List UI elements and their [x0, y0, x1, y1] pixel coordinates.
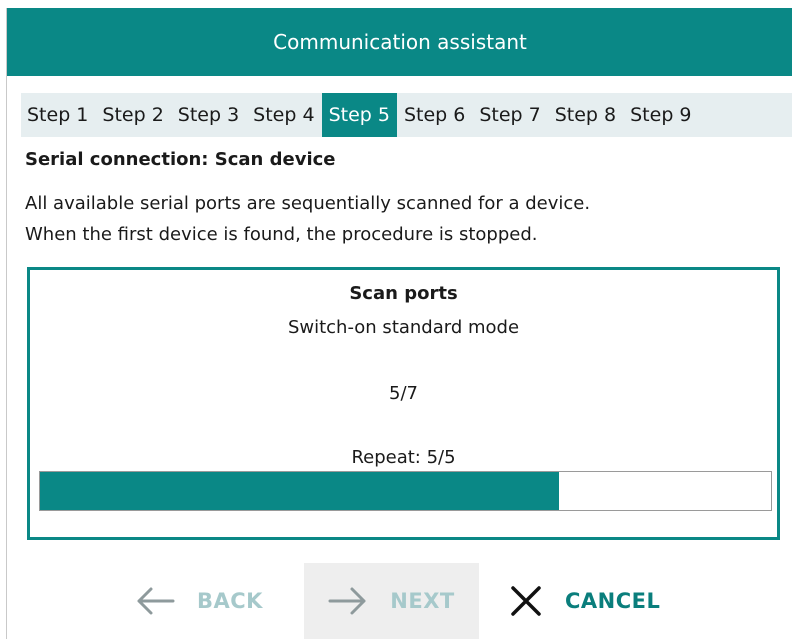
- step-tab-7[interactable]: Step 7: [472, 93, 547, 137]
- description-line-1: All available serial ports are sequentia…: [25, 193, 591, 214]
- step-tab-1[interactable]: Step 1: [21, 93, 95, 137]
- step-navigation: Step 1 Step 2 Step 3 Step 4 Step 5 Step …: [21, 93, 792, 137]
- close-icon: [509, 584, 543, 618]
- step-tab-8[interactable]: Step 8: [548, 93, 623, 137]
- arrow-left-icon: [135, 586, 175, 616]
- description-line-2: When the first device is found, the proc…: [25, 224, 538, 245]
- cancel-button[interactable]: CANCEL: [509, 563, 660, 639]
- scan-progress-fill: [40, 472, 559, 510]
- step-tab-4[interactable]: Step 4: [246, 93, 321, 137]
- back-button[interactable]: BACK: [135, 563, 263, 639]
- step-tab-6[interactable]: Step 6: [397, 93, 472, 137]
- scan-repeat-count: Repeat: 5/5: [351, 447, 456, 468]
- scan-status-panel: Scan ports Switch-on standard mode 5/7 R…: [27, 267, 780, 540]
- scan-title: Scan ports: [349, 283, 458, 304]
- step-tab-3[interactable]: Step 3: [171, 93, 246, 137]
- next-button-label: NEXT: [390, 589, 455, 613]
- arrow-right-icon: [328, 586, 368, 616]
- scan-progress-bar: [39, 471, 772, 511]
- title-bar: Communication assistant: [7, 8, 792, 76]
- window-title: Communication assistant: [273, 30, 527, 54]
- communication-assistant-dialog: Communication assistant Step 1 Step 2 St…: [6, 8, 792, 639]
- step-tab-2[interactable]: Step 2: [95, 93, 170, 137]
- section-title: Serial connection: Scan device: [25, 149, 336, 170]
- next-button[interactable]: NEXT: [304, 563, 479, 639]
- cancel-button-label: CANCEL: [565, 589, 661, 613]
- back-button-label: BACK: [197, 589, 263, 613]
- step-tab-9[interactable]: Step 9: [623, 93, 698, 137]
- scan-port-count: 5/7: [389, 383, 418, 404]
- section-description: All available serial ports are sequentia…: [25, 188, 785, 250]
- button-bar: BACK NEXT CANCEL: [7, 563, 792, 639]
- scan-mode: Switch-on standard mode: [287, 317, 520, 338]
- step-tab-5[interactable]: Step 5: [321, 93, 397, 137]
